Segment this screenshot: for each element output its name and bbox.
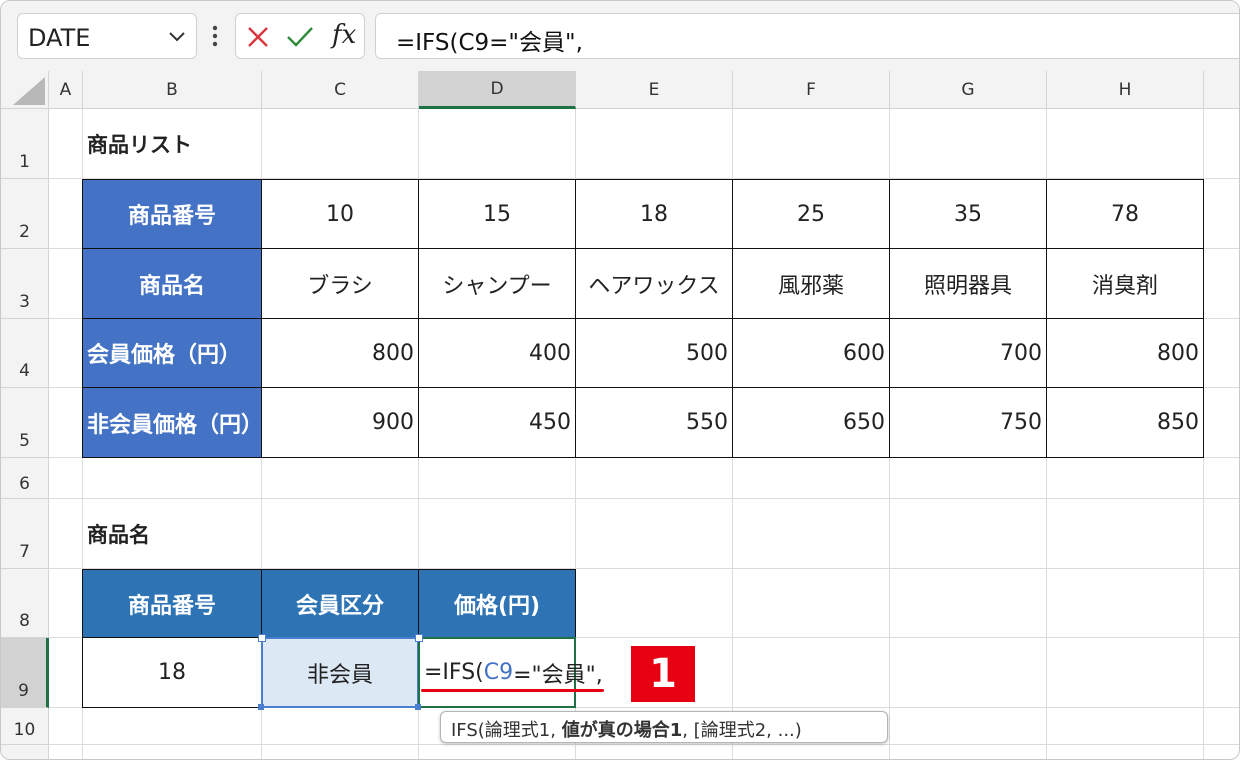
formula-bar: DATE fx =IFS(C9="会員", — [1, 1, 1239, 71]
select-all-corner[interactable] — [1, 71, 49, 109]
column-header-d[interactable]: D — [419, 71, 576, 109]
lookup-title[interactable]: 商品名 — [83, 499, 383, 569]
excel-window: DATE fx =IFS(C9="会員", A B C D E F G H 1 … — [0, 0, 1240, 760]
formula-part-1: =IFS( — [424, 660, 484, 685]
row-header-10[interactable]: 10 — [1, 708, 49, 745]
step-badge: 1 — [631, 646, 695, 702]
insert-function-icon[interactable]: fx — [332, 20, 356, 50]
table-cell[interactable]: 550 — [575, 387, 733, 458]
table-cell[interactable]: 15 — [418, 179, 576, 249]
cancel-icon[interactable] — [246, 25, 270, 49]
lookup-header-member-type[interactable]: 会員区分 — [261, 569, 419, 638]
table-cell[interactable]: シャンプー — [418, 248, 576, 319]
column-header-e[interactable]: E — [576, 71, 733, 109]
active-formula-cell[interactable]: =IFS(C9 ="会員", — [418, 637, 603, 708]
lookup-header-product-number[interactable]: 商品番号 — [82, 569, 262, 638]
enter-check-icon[interactable] — [286, 25, 314, 49]
table-cell[interactable]: 700 — [889, 318, 1047, 388]
header-nonmember-price[interactable]: 非会員価格（円） — [82, 387, 263, 458]
table-cell[interactable]: ブラシ — [261, 248, 419, 319]
table-cell[interactable]: 25 — [732, 179, 890, 249]
column-header-a[interactable]: A — [49, 71, 83, 109]
row-header-3[interactable]: 3 — [1, 249, 49, 319]
row-header-7[interactable]: 7 — [1, 499, 49, 569]
lookup-member-type-cell[interactable]: 非会員 — [261, 637, 419, 708]
table-cell[interactable]: 650 — [732, 387, 890, 458]
table-cell[interactable]: 消臭剤 — [1046, 248, 1204, 319]
formula-part-2: ="会員", — [513, 662, 603, 688]
select-all-triangle-icon — [13, 77, 45, 105]
row-header-5[interactable]: 5 — [1, 388, 49, 458]
row-header-1[interactable]: 1 — [1, 109, 49, 179]
name-box-value: DATE — [28, 24, 91, 52]
table-cell[interactable]: 900 — [261, 387, 419, 458]
table-cell[interactable]: 風邪薬 — [732, 248, 890, 319]
formula-buttons: fx — [235, 13, 365, 59]
table-cell[interactable]: 850 — [1046, 387, 1204, 458]
column-header-b[interactable]: B — [83, 71, 262, 109]
range-handle-top-left[interactable] — [258, 634, 266, 642]
table-cell[interactable]: 800 — [1046, 318, 1204, 388]
range-handle-bottom-left[interactable] — [258, 704, 264, 710]
column-header-f[interactable]: F — [733, 71, 890, 109]
table-cell[interactable]: 400 — [418, 318, 576, 388]
table-cell[interactable]: 800 — [261, 318, 419, 388]
lookup-product-number-cell[interactable]: 18 — [82, 637, 262, 708]
row-header-6[interactable]: 6 — [1, 458, 49, 499]
formula-reference-c9: C9 — [483, 660, 514, 685]
tooltip-prefix: IFS(論理式1, — [451, 720, 562, 741]
annotation-underline — [421, 689, 604, 692]
column-header-c[interactable]: C — [262, 71, 419, 109]
table-cell[interactable]: 10 — [261, 179, 419, 249]
table-cell[interactable]: 照明器具 — [889, 248, 1047, 319]
header-member-price[interactable]: 会員価格（円） — [82, 318, 262, 388]
table-cell[interactable]: 500 — [575, 318, 733, 388]
more-options-icon[interactable] — [209, 23, 221, 49]
table-cell[interactable]: 600 — [732, 318, 890, 388]
row-header-9[interactable]: 9 — [1, 638, 49, 708]
table-cell[interactable]: 18 — [575, 179, 733, 249]
row-header-8[interactable]: 8 — [1, 569, 49, 638]
name-box[interactable]: DATE — [17, 13, 197, 59]
table-cell[interactable]: 450 — [418, 387, 576, 458]
column-header-h[interactable]: H — [1047, 71, 1204, 109]
range-handle-top-right[interactable] — [415, 634, 423, 642]
row-header-2[interactable]: 2 — [1, 179, 49, 249]
header-product-number[interactable]: 商品番号 — [82, 179, 262, 249]
chevron-down-icon[interactable] — [168, 30, 186, 44]
table-cell[interactable]: ヘアワックス — [575, 248, 733, 319]
table-cell[interactable]: 750 — [889, 387, 1047, 458]
header-product-name[interactable]: 商品名 — [82, 248, 262, 319]
row-header-11[interactable] — [1, 745, 49, 759]
tooltip-current-argument: 値が真の場合1 — [561, 720, 683, 741]
lookup-header-price[interactable]: 価格(円) — [418, 569, 576, 638]
row-header-4[interactable]: 4 — [1, 319, 49, 388]
formula-text: =IFS(C9="会員", — [396, 30, 583, 56]
formula-input[interactable]: =IFS(C9="会員", — [375, 13, 1239, 59]
price-list-title[interactable]: 商品リスト — [83, 109, 383, 179]
tooltip-suffix: , [論理式2, ...) — [682, 720, 802, 741]
range-handle-bottom-right[interactable] — [415, 704, 421, 710]
column-header-i[interactable] — [1204, 71, 1239, 109]
column-header-g[interactable]: G — [890, 71, 1047, 109]
table-cell[interactable]: 78 — [1046, 179, 1204, 249]
table-cell[interactable]: 35 — [889, 179, 1047, 249]
function-tooltip[interactable]: IFS(論理式1, 値が真の場合1, [論理式2, ...) — [440, 711, 888, 743]
